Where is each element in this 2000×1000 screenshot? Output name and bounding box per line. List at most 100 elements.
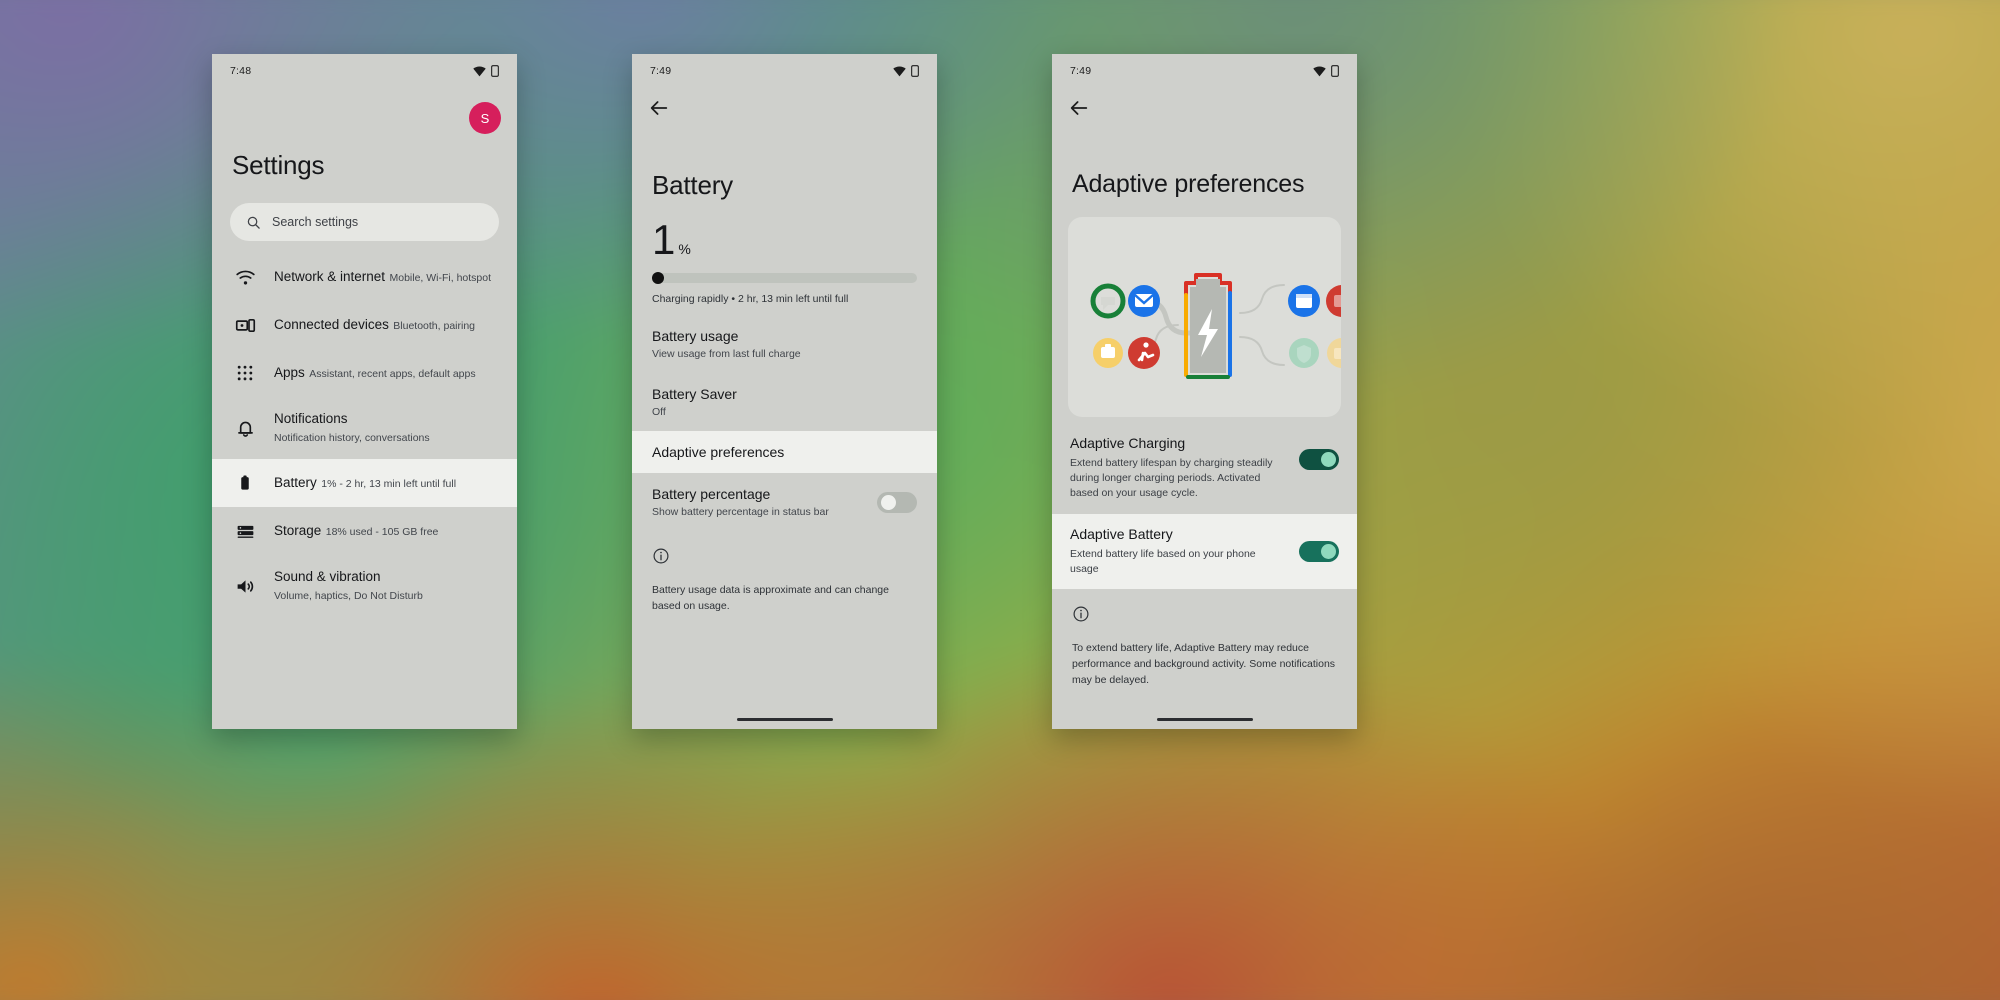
home-indicator[interactable] [1156, 717, 1253, 721]
page-title: Battery [652, 170, 733, 200]
storage-icon [234, 520, 256, 542]
adaptive-row-title: Adaptive Charging [1070, 435, 1186, 451]
sidebar-item-battery[interactable]: Battery 1% - 2 hr, 13 min left until ful… [212, 459, 517, 507]
settings-item-subtitle: Notification history, conversations [274, 432, 430, 444]
home-indicator[interactable] [736, 717, 833, 721]
adaptive-row-title: Adaptive Battery [1070, 525, 1173, 542]
battery-status-icon [911, 65, 919, 77]
battery-footer-note: Battery usage data is approximate and ca… [652, 584, 889, 612]
bell-icon [234, 417, 256, 439]
status-icons [473, 65, 499, 77]
battery-options-list: Battery usage View usage from last full c… [632, 315, 937, 473]
settings-item-subtitle: Mobile, Wi-Fi, hotspot [389, 272, 492, 284]
adaptive-row-subtitle: Extend battery lifespan by charging stea… [1070, 457, 1273, 500]
battery-percentage-toggle[interactable] [877, 491, 917, 513]
battery-row-title: Adaptive preferences [652, 444, 785, 460]
adaptive-row-toggle[interactable] [1299, 540, 1339, 562]
adaptive-info-block: To extend battery life, Adaptive Battery… [1052, 589, 1357, 688]
search-input[interactable]: Search settings [230, 203, 499, 241]
apps-grid-icon [237, 365, 253, 381]
battery-info-block: Battery usage data is approximate and ca… [632, 531, 937, 615]
wifi-status-icon [893, 66, 906, 76]
battery-icon [241, 475, 249, 490]
battery-row-subtitle: Off [652, 406, 666, 418]
battery-percentage-title: Battery percentage [652, 486, 771, 502]
wifi-status-icon [1313, 66, 1326, 76]
sidebar-item-connected-devices[interactable]: Connected devices Bluetooth, pairing [212, 301, 517, 349]
adaptive-footer-note: To extend battery life, Adaptive Battery… [1072, 642, 1336, 686]
settings-item-title: Connected devices [274, 317, 389, 332]
battery-percent-value: 1 [652, 216, 676, 263]
sound-icon [237, 579, 253, 593]
sidebar-item-network-internet[interactable]: Network & internet Mobile, Wi-Fi, hotspo… [212, 253, 517, 301]
status-time: 7:48 [230, 65, 252, 77]
sound-icon [234, 575, 256, 597]
battery-progress-bar [652, 272, 917, 284]
sidebar-item-storage[interactable]: Storage 18% used - 105 GB free [212, 507, 517, 555]
settings-item-subtitle: 18% used - 105 GB free [325, 526, 439, 538]
status-bar: 7:48 [212, 54, 517, 88]
wifi-status-icon [473, 66, 486, 76]
battery-percentage-display: 1 % [632, 201, 937, 261]
phone-screen-battery: 7:49 Battery 1 % Charging rapidly • 2 hr… [632, 54, 937, 729]
avatar-initial: S [480, 110, 490, 126]
info-icon [653, 548, 669, 564]
status-time: 7:49 [650, 65, 672, 77]
info-icon [1073, 606, 1089, 622]
settings-item-subtitle: Bluetooth, pairing [393, 320, 476, 332]
battery-row-title: Battery usage [652, 328, 739, 344]
battery-row-battery-saver[interactable]: Battery Saver Off [632, 373, 937, 431]
adaptive-row-toggle[interactable] [1299, 449, 1339, 470]
adaptive-row-subtitle: Extend battery life based on your phone … [1070, 547, 1256, 575]
page-title: Adaptive preferences [1072, 170, 1305, 198]
back-arrow-icon[interactable] [1068, 97, 1090, 119]
bell-icon [237, 421, 253, 437]
search-icon [247, 216, 260, 229]
phone-screen-adaptive-preferences: 7:49 Adaptive preferences Adaptive Charg… [1052, 54, 1357, 729]
wifi-icon [234, 266, 256, 288]
status-bar: 7:49 [632, 54, 937, 88]
storage-icon [237, 525, 253, 538]
status-icons [1313, 65, 1339, 77]
status-icons [893, 65, 919, 77]
battery-row-battery-usage[interactable]: Battery usage View usage from last full c… [632, 315, 937, 373]
wifi-icon [235, 270, 255, 285]
page-title: Settings [232, 150, 325, 180]
settings-item-subtitle: Assistant, recent apps, default apps [309, 368, 476, 380]
battery-row-subtitle: View usage from last full charge [652, 348, 801, 360]
battery-percentage-subtitle: Show battery percentage in status bar [652, 506, 829, 518]
battery-icon [234, 472, 256, 494]
avatar[interactable]: S [469, 102, 501, 134]
sidebar-item-notifications[interactable]: Notifications Notification history, conv… [212, 397, 517, 459]
adaptive-charging-illustration [1068, 217, 1341, 417]
connected-devices-icon [235, 318, 255, 332]
battery-row-title: Battery Saver [652, 386, 737, 402]
settings-item-title: Notifications [274, 411, 348, 426]
settings-item-title: Sound & vibration [274, 569, 381, 584]
connected-devices-icon [234, 314, 256, 336]
settings-item-title: Network & internet [274, 269, 386, 284]
battery-status-icon [1331, 65, 1339, 77]
settings-item-subtitle: Volume, haptics, Do Not Disturb [274, 590, 423, 602]
battery-progress-knob [652, 272, 664, 284]
battery-status-icon [491, 65, 499, 77]
battery-percentage-row[interactable]: Battery percentage Show battery percenta… [632, 473, 937, 531]
adaptive-row-adaptive-charging[interactable]: Adaptive Charging Extend battery lifespa… [1052, 423, 1357, 514]
sidebar-item-apps[interactable]: Apps Assistant, recent apps, default app… [212, 349, 517, 397]
status-bar: 7:49 [1052, 54, 1357, 88]
back-row [1052, 88, 1357, 128]
adaptive-row-adaptive-battery[interactable]: Adaptive Battery Extend battery life bas… [1052, 513, 1357, 590]
settings-list: Network & internet Mobile, Wi-Fi, hotspo… [212, 253, 517, 617]
adaptive-options-list: Adaptive Charging Extend battery lifespa… [1052, 423, 1357, 590]
status-time: 7:49 [1070, 65, 1092, 77]
sidebar-item-sound-vibration[interactable]: Sound & vibration Volume, haptics, Do No… [212, 555, 517, 617]
battery-percent-symbol: % [678, 241, 691, 257]
settings-item-title: Battery [274, 475, 317, 490]
settings-item-title: Storage [274, 523, 322, 538]
settings-item-subtitle: 1% - 2 hr, 13 min left until full [321, 478, 457, 490]
charging-status-text: Charging rapidly • 2 hr, 13 min left unt… [652, 293, 849, 305]
back-arrow-icon[interactable] [648, 97, 670, 119]
settings-item-title: Apps [274, 365, 305, 380]
battery-row-adaptive-preferences[interactable]: Adaptive preferences [632, 431, 937, 473]
apps-grid-icon [234, 362, 256, 384]
